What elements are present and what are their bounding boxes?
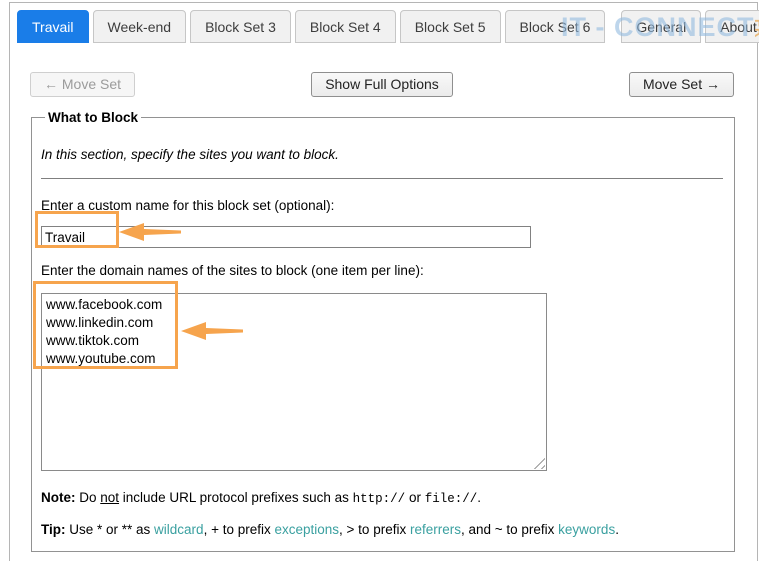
- tab-block-set-3[interactable]: Block Set 3: [190, 10, 291, 43]
- options-page: Travail Week-end Block Set 3 Block Set 4…: [9, 2, 759, 561]
- tab-general[interactable]: General: [621, 10, 702, 43]
- tab-block-set-4[interactable]: Block Set 4: [294, 10, 396, 43]
- show-full-options-button[interactable]: Show Full Options: [311, 72, 453, 97]
- note-text: Note: Do not include URL protocol prefix…: [41, 490, 481, 506]
- domains-textarea[interactable]: www.facebook.com www.linkedin.com www.ti…: [41, 293, 547, 471]
- file-protocol-code: file://: [424, 492, 478, 506]
- what-to-block-section: What to Block In this section, specify t…: [31, 110, 735, 552]
- tab-week-end[interactable]: Week-end: [92, 10, 187, 43]
- tab-block-set-5[interactable]: Block Set 5: [399, 10, 501, 43]
- wildcard-link[interactable]: wildcard: [154, 522, 204, 537]
- keywords-link[interactable]: keywords: [558, 522, 615, 537]
- move-set-right-button[interactable]: Move Set →: [628, 72, 734, 97]
- note-label: Note:: [41, 490, 76, 505]
- tip-label: Tip:: [41, 522, 66, 537]
- tip-text: Tip: Use * or ** as wildcard, + to prefi…: [41, 522, 619, 537]
- domains-label: Enter the domain names of the sites to b…: [41, 263, 424, 278]
- move-set-left-button[interactable]: ← Move Set: [30, 72, 136, 97]
- tab-travail[interactable]: Travail: [17, 10, 89, 43]
- tab-about[interactable]: About: [705, 10, 759, 43]
- toolbar: ← Move Set Show Full Options Move Set →: [10, 72, 757, 97]
- tab-bar: Travail Week-end Block Set 3 Block Set 4…: [10, 3, 759, 43]
- exceptions-link[interactable]: exceptions: [275, 522, 340, 537]
- http-protocol-code: http://: [352, 492, 406, 506]
- tab-block-set-6[interactable]: Block Set 6: [504, 10, 606, 43]
- section-intro: In this section, specify the sites you w…: [41, 147, 339, 162]
- referrers-link[interactable]: referrers: [410, 522, 461, 537]
- divider: [41, 178, 723, 179]
- custom-name-input[interactable]: [41, 226, 531, 248]
- domains-textarea-wrap: www.facebook.com www.linkedin.com www.ti…: [41, 293, 547, 471]
- what-to-block-legend: What to Block: [48, 110, 138, 125]
- custom-name-label: Enter a custom name for this block set (…: [41, 198, 335, 213]
